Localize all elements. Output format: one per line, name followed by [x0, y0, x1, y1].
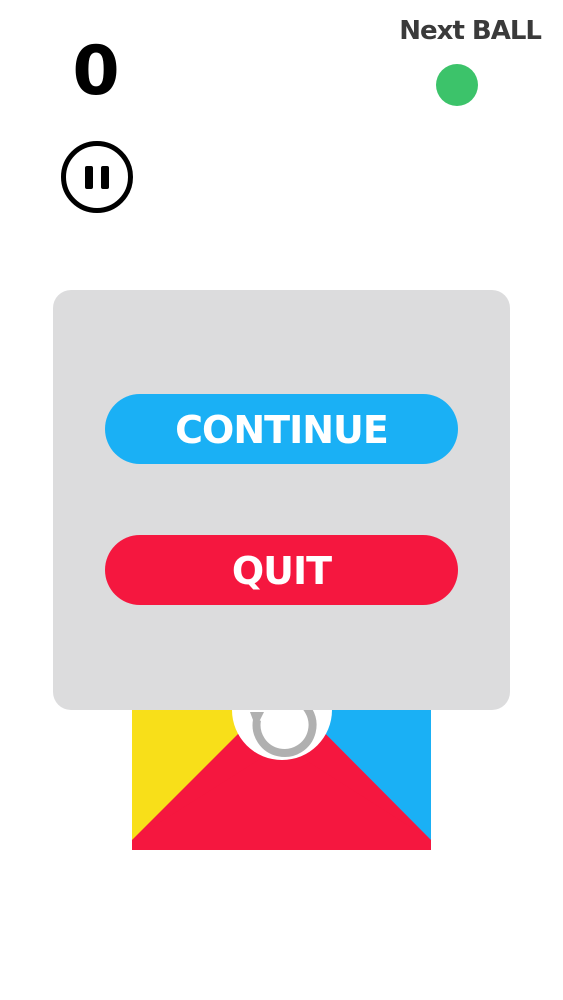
pause-dialog: CONTINUE QUIT — [53, 290, 510, 710]
game-board[interactable] — [132, 690, 431, 850]
quit-button[interactable]: QUIT — [105, 535, 458, 605]
score-display: 0 — [72, 32, 120, 111]
next-ball-label: Next BALL — [399, 16, 542, 46]
next-ball-indicator — [436, 64, 478, 106]
pause-button[interactable] — [61, 141, 133, 213]
board-graphic — [132, 690, 431, 850]
pause-icon — [85, 166, 93, 189]
continue-button[interactable]: CONTINUE — [105, 394, 458, 464]
